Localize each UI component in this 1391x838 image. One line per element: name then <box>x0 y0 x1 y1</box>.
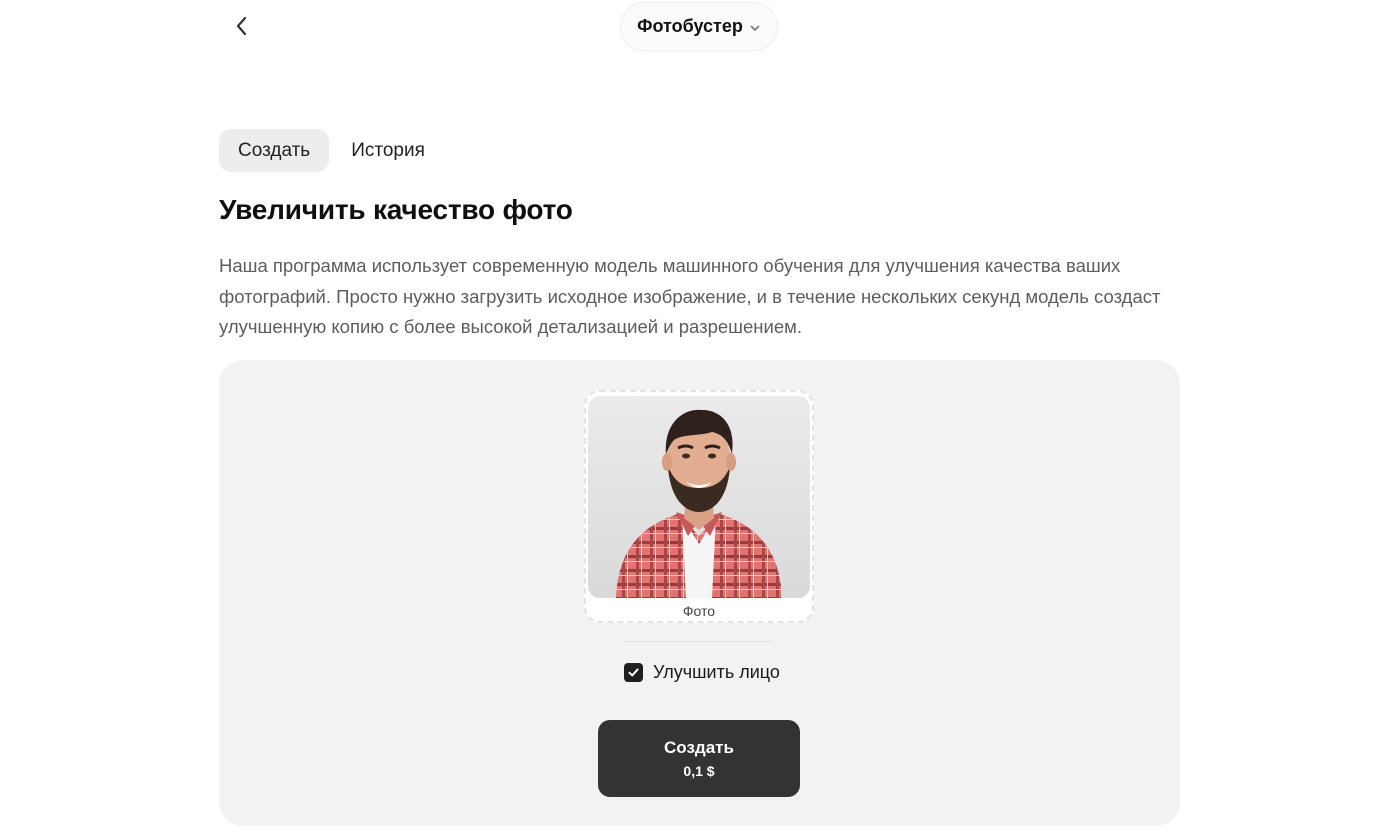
page-description: Наша программа использует современную мо… <box>219 255 1161 337</box>
back-button[interactable] <box>226 8 258 44</box>
upload-card: Фото Улучшить лицо Создать 0,1 $ <box>219 360 1180 826</box>
enhance-face-checkbox[interactable] <box>624 663 643 682</box>
chevron-left-icon <box>236 16 247 36</box>
upload-caption: Фото <box>682 603 716 619</box>
tool-select-value: Фотобустер <box>637 16 743 36</box>
create-button-price: 0,1 $ <box>683 763 715 779</box>
tab-create[interactable]: Создать <box>219 129 330 172</box>
enhance-face-option[interactable]: Улучшить лицо <box>624 662 780 683</box>
divider <box>624 641 774 642</box>
chevron-down-icon <box>750 25 760 31</box>
checkmark-icon <box>628 668 639 677</box>
create-button-label: Создать <box>664 738 734 757</box>
enhance-face-label: Улучшить лицо <box>653 662 780 682</box>
page-title: Увеличить качество фото <box>219 194 573 225</box>
uploaded-photo <box>588 396 810 598</box>
tool-select-dropdown[interactable]: Фотобустер <box>621 3 777 50</box>
create-button[interactable]: Создать 0,1 $ <box>598 720 800 797</box>
tab-history[interactable]: История <box>331 129 445 172</box>
photo-upload-dropzone[interactable]: Фото <box>584 390 814 623</box>
page: Фотобустер Создать История Увеличить кач… <box>0 0 1391 838</box>
tabs: Создать История <box>219 129 445 172</box>
portrait-image <box>588 396 810 598</box>
